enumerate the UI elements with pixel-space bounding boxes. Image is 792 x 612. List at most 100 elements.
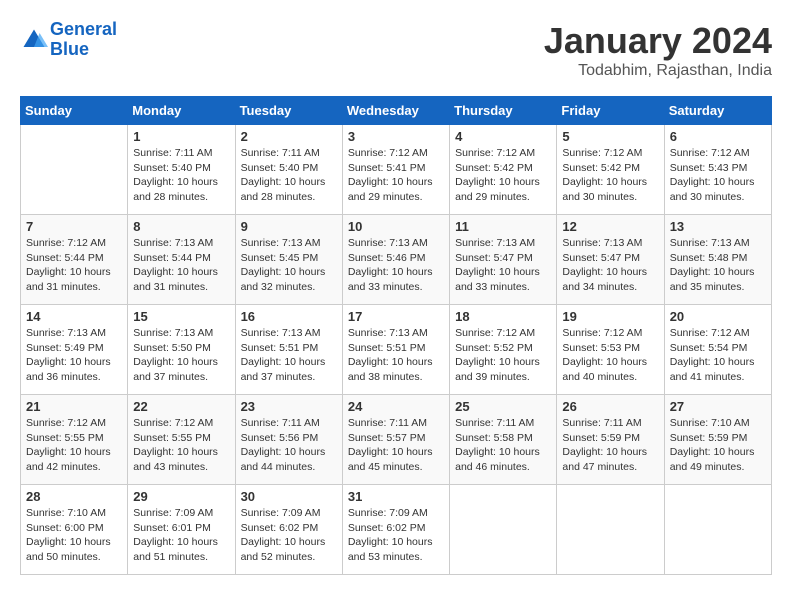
sunset-text: Sunset: 5:46 PM (348, 251, 444, 266)
daylight-text: Daylight: 10 hours and 39 minutes. (455, 355, 551, 384)
sunset-text: Sunset: 5:41 PM (348, 161, 444, 176)
daylight-text: Daylight: 10 hours and 50 minutes. (26, 535, 122, 564)
sunrise-text: Sunrise: 7:12 AM (133, 416, 229, 431)
calendar-cell: 8 Sunrise: 7:13 AM Sunset: 5:44 PM Dayli… (128, 215, 235, 305)
day-number: 11 (455, 219, 551, 234)
calendar-cell: 15 Sunrise: 7:13 AM Sunset: 5:50 PM Dayl… (128, 305, 235, 395)
calendar-cell: 1 Sunrise: 7:11 AM Sunset: 5:40 PM Dayli… (128, 125, 235, 215)
daylight-text: Daylight: 10 hours and 34 minutes. (562, 265, 658, 294)
calendar-cell: 3 Sunrise: 7:12 AM Sunset: 5:41 PM Dayli… (342, 125, 449, 215)
cell-info: Sunrise: 7:09 AM Sunset: 6:02 PM Dayligh… (241, 506, 337, 565)
sunrise-text: Sunrise: 7:10 AM (26, 506, 122, 521)
sunset-text: Sunset: 5:40 PM (241, 161, 337, 176)
calendar-cell: 7 Sunrise: 7:12 AM Sunset: 5:44 PM Dayli… (21, 215, 128, 305)
day-number: 4 (455, 129, 551, 144)
cell-info: Sunrise: 7:11 AM Sunset: 5:40 PM Dayligh… (133, 146, 229, 205)
cell-info: Sunrise: 7:13 AM Sunset: 5:44 PM Dayligh… (133, 236, 229, 295)
sunset-text: Sunset: 5:52 PM (455, 341, 551, 356)
sunset-text: Sunset: 5:40 PM (133, 161, 229, 176)
sunset-text: Sunset: 6:02 PM (241, 521, 337, 536)
cell-info: Sunrise: 7:13 AM Sunset: 5:51 PM Dayligh… (241, 326, 337, 385)
cell-info: Sunrise: 7:12 AM Sunset: 5:43 PM Dayligh… (670, 146, 766, 205)
sunset-text: Sunset: 5:54 PM (670, 341, 766, 356)
logo: General Blue (20, 20, 117, 60)
sunset-text: Sunset: 5:58 PM (455, 431, 551, 446)
sunset-text: Sunset: 5:59 PM (670, 431, 766, 446)
daylight-text: Daylight: 10 hours and 43 minutes. (133, 445, 229, 474)
sunrise-text: Sunrise: 7:11 AM (241, 146, 337, 161)
sunset-text: Sunset: 5:42 PM (455, 161, 551, 176)
day-number: 1 (133, 129, 229, 144)
calendar-cell: 6 Sunrise: 7:12 AM Sunset: 5:43 PM Dayli… (664, 125, 771, 215)
day-number: 18 (455, 309, 551, 324)
sunrise-text: Sunrise: 7:12 AM (455, 326, 551, 341)
calendar-cell: 25 Sunrise: 7:11 AM Sunset: 5:58 PM Dayl… (450, 395, 557, 485)
daylight-text: Daylight: 10 hours and 47 minutes. (562, 445, 658, 474)
week-row-5: 28 Sunrise: 7:10 AM Sunset: 6:00 PM Dayl… (21, 485, 772, 575)
daylight-text: Daylight: 10 hours and 44 minutes. (241, 445, 337, 474)
sunrise-text: Sunrise: 7:13 AM (455, 236, 551, 251)
sunrise-text: Sunrise: 7:13 AM (241, 326, 337, 341)
calendar-cell: 22 Sunrise: 7:12 AM Sunset: 5:55 PM Dayl… (128, 395, 235, 485)
calendar-cell: 27 Sunrise: 7:10 AM Sunset: 5:59 PM Dayl… (664, 395, 771, 485)
sunrise-text: Sunrise: 7:13 AM (26, 326, 122, 341)
calendar-cell: 9 Sunrise: 7:13 AM Sunset: 5:45 PM Dayli… (235, 215, 342, 305)
daylight-text: Daylight: 10 hours and 37 minutes. (241, 355, 337, 384)
daylight-text: Daylight: 10 hours and 30 minutes. (562, 175, 658, 204)
day-number: 8 (133, 219, 229, 234)
daylight-text: Daylight: 10 hours and 29 minutes. (348, 175, 444, 204)
sunrise-text: Sunrise: 7:11 AM (241, 416, 337, 431)
day-number: 6 (670, 129, 766, 144)
sunrise-text: Sunrise: 7:12 AM (562, 326, 658, 341)
week-row-3: 14 Sunrise: 7:13 AM Sunset: 5:49 PM Dayl… (21, 305, 772, 395)
sunset-text: Sunset: 5:48 PM (670, 251, 766, 266)
day-number: 7 (26, 219, 122, 234)
sunset-text: Sunset: 5:53 PM (562, 341, 658, 356)
sunrise-text: Sunrise: 7:12 AM (670, 326, 766, 341)
sunset-text: Sunset: 5:51 PM (241, 341, 337, 356)
daylight-text: Daylight: 10 hours and 37 minutes. (133, 355, 229, 384)
sunset-text: Sunset: 6:02 PM (348, 521, 444, 536)
calendar-cell: 23 Sunrise: 7:11 AM Sunset: 5:56 PM Dayl… (235, 395, 342, 485)
sunset-text: Sunset: 5:51 PM (348, 341, 444, 356)
calendar-cell: 12 Sunrise: 7:13 AM Sunset: 5:47 PM Dayl… (557, 215, 664, 305)
calendar-cell: 28 Sunrise: 7:10 AM Sunset: 6:00 PM Dayl… (21, 485, 128, 575)
daylight-text: Daylight: 10 hours and 52 minutes. (241, 535, 337, 564)
day-number: 16 (241, 309, 337, 324)
sunset-text: Sunset: 5:44 PM (26, 251, 122, 266)
day-number: 10 (348, 219, 444, 234)
sunset-text: Sunset: 6:01 PM (133, 521, 229, 536)
calendar-cell (21, 125, 128, 215)
calendar-cell: 18 Sunrise: 7:12 AM Sunset: 5:52 PM Dayl… (450, 305, 557, 395)
sunrise-text: Sunrise: 7:12 AM (455, 146, 551, 161)
cell-info: Sunrise: 7:13 AM Sunset: 5:48 PM Dayligh… (670, 236, 766, 295)
calendar-cell: 10 Sunrise: 7:13 AM Sunset: 5:46 PM Dayl… (342, 215, 449, 305)
daylight-text: Daylight: 10 hours and 45 minutes. (348, 445, 444, 474)
sunset-text: Sunset: 5:47 PM (562, 251, 658, 266)
day-number: 23 (241, 399, 337, 414)
daylight-text: Daylight: 10 hours and 38 minutes. (348, 355, 444, 384)
cell-info: Sunrise: 7:12 AM Sunset: 5:42 PM Dayligh… (562, 146, 658, 205)
cell-info: Sunrise: 7:11 AM Sunset: 5:58 PM Dayligh… (455, 416, 551, 475)
calendar-cell (450, 485, 557, 575)
cell-info: Sunrise: 7:12 AM Sunset: 5:55 PM Dayligh… (133, 416, 229, 475)
day-number: 12 (562, 219, 658, 234)
day-number: 24 (348, 399, 444, 414)
sunrise-text: Sunrise: 7:12 AM (562, 146, 658, 161)
col-header-sunday: Sunday (21, 97, 128, 125)
cell-info: Sunrise: 7:09 AM Sunset: 6:02 PM Dayligh… (348, 506, 444, 565)
calendar-cell: 29 Sunrise: 7:09 AM Sunset: 6:01 PM Dayl… (128, 485, 235, 575)
week-row-4: 21 Sunrise: 7:12 AM Sunset: 5:55 PM Dayl… (21, 395, 772, 485)
calendar-cell: 30 Sunrise: 7:09 AM Sunset: 6:02 PM Dayl… (235, 485, 342, 575)
day-number: 13 (670, 219, 766, 234)
sunrise-text: Sunrise: 7:12 AM (348, 146, 444, 161)
calendar-cell (664, 485, 771, 575)
sunset-text: Sunset: 5:59 PM (562, 431, 658, 446)
cell-info: Sunrise: 7:13 AM Sunset: 5:45 PM Dayligh… (241, 236, 337, 295)
sunrise-text: Sunrise: 7:13 AM (562, 236, 658, 251)
sunrise-text: Sunrise: 7:09 AM (133, 506, 229, 521)
day-number: 15 (133, 309, 229, 324)
calendar-cell: 16 Sunrise: 7:13 AM Sunset: 5:51 PM Dayl… (235, 305, 342, 395)
logo-text: General Blue (50, 20, 117, 60)
daylight-text: Daylight: 10 hours and 31 minutes. (26, 265, 122, 294)
